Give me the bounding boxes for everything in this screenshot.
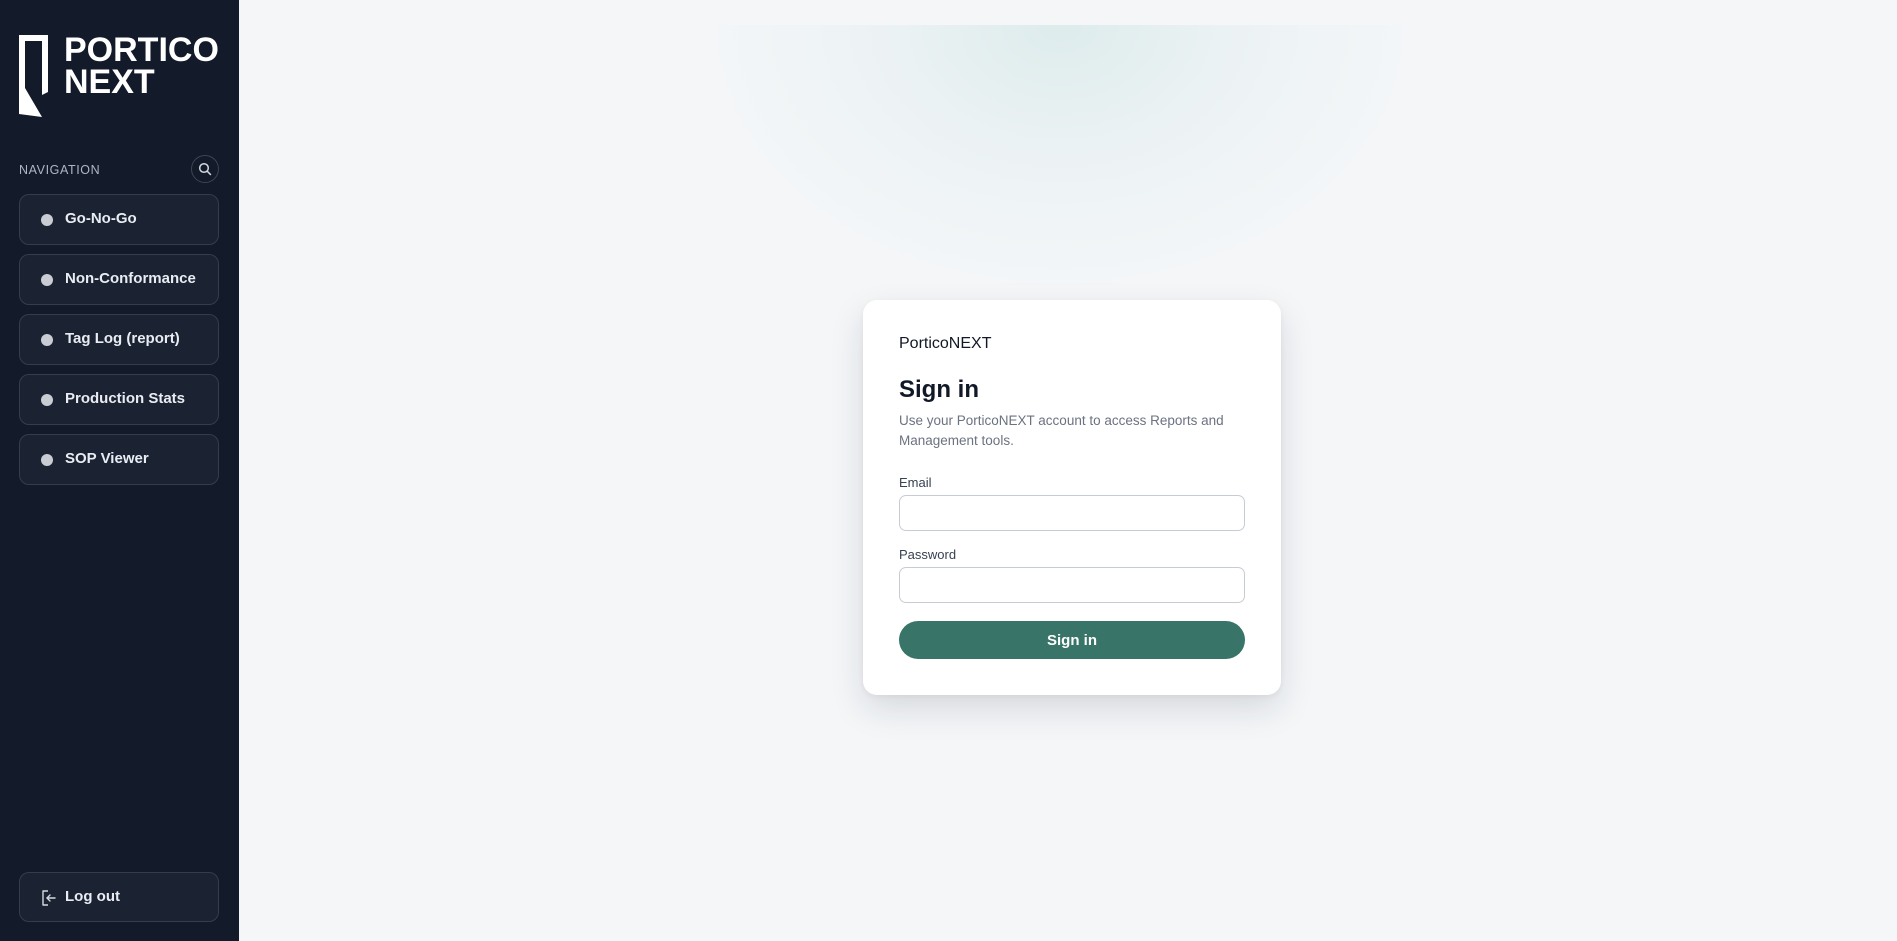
sidebar: PORTICO NEXT NAVIGATION Go-No-Go Non-Con… [0, 0, 239, 941]
portico-next-logo[interactable]: PORTICO NEXT [18, 32, 223, 118]
logout-button[interactable]: Log out [19, 872, 219, 922]
dot-icon [41, 394, 53, 406]
login-card: PorticoNEXT Sign in Use your PorticoNEXT… [863, 300, 1281, 695]
sidebar-item-production-stats[interactable]: Production Stats [19, 374, 219, 425]
background-glow [700, 25, 1420, 295]
sidebar-item-go-no-go[interactable]: Go-No-Go [19, 194, 219, 245]
sidebar-item-sop-viewer[interactable]: SOP Viewer [19, 434, 219, 485]
logout-label: Log out [65, 888, 120, 905]
sign-in-button[interactable]: Sign in [899, 621, 1245, 659]
sidebar-item-tag-log[interactable]: Tag Log (report) [19, 314, 219, 365]
navigation-header: NAVIGATION [19, 155, 219, 185]
password-field[interactable] [899, 567, 1245, 603]
dot-icon [41, 454, 53, 466]
dot-icon [41, 214, 53, 226]
door-logo-icon [19, 35, 48, 117]
search-icon[interactable] [191, 155, 219, 183]
logo-text-line2: NEXT [64, 63, 155, 101]
sidebar-item-label: Production Stats [65, 390, 186, 407]
dot-icon [41, 334, 53, 346]
sidebar-item-label: SOP Viewer [65, 450, 149, 467]
password-label: Password [899, 547, 957, 562]
login-brand-name: PorticoNEXT [899, 335, 992, 352]
sidebar-item-label: Tag Log (report) [65, 330, 180, 347]
navigation-title: NAVIGATION [19, 163, 101, 177]
email-label: Email [899, 475, 932, 490]
sidebar-item-label: Non-Conformance [65, 270, 196, 287]
page-title: Sign in [899, 376, 979, 403]
sidebar-item-label: Go-No-Go [65, 210, 137, 227]
sidebar-item-non-conformance[interactable]: Non-Conformance [19, 254, 219, 305]
dot-icon [41, 274, 53, 286]
logout-icon [42, 890, 56, 906]
login-subtitle: Use your PorticoNEXT account to access R… [899, 413, 1224, 448]
email-field[interactable] [899, 495, 1245, 531]
